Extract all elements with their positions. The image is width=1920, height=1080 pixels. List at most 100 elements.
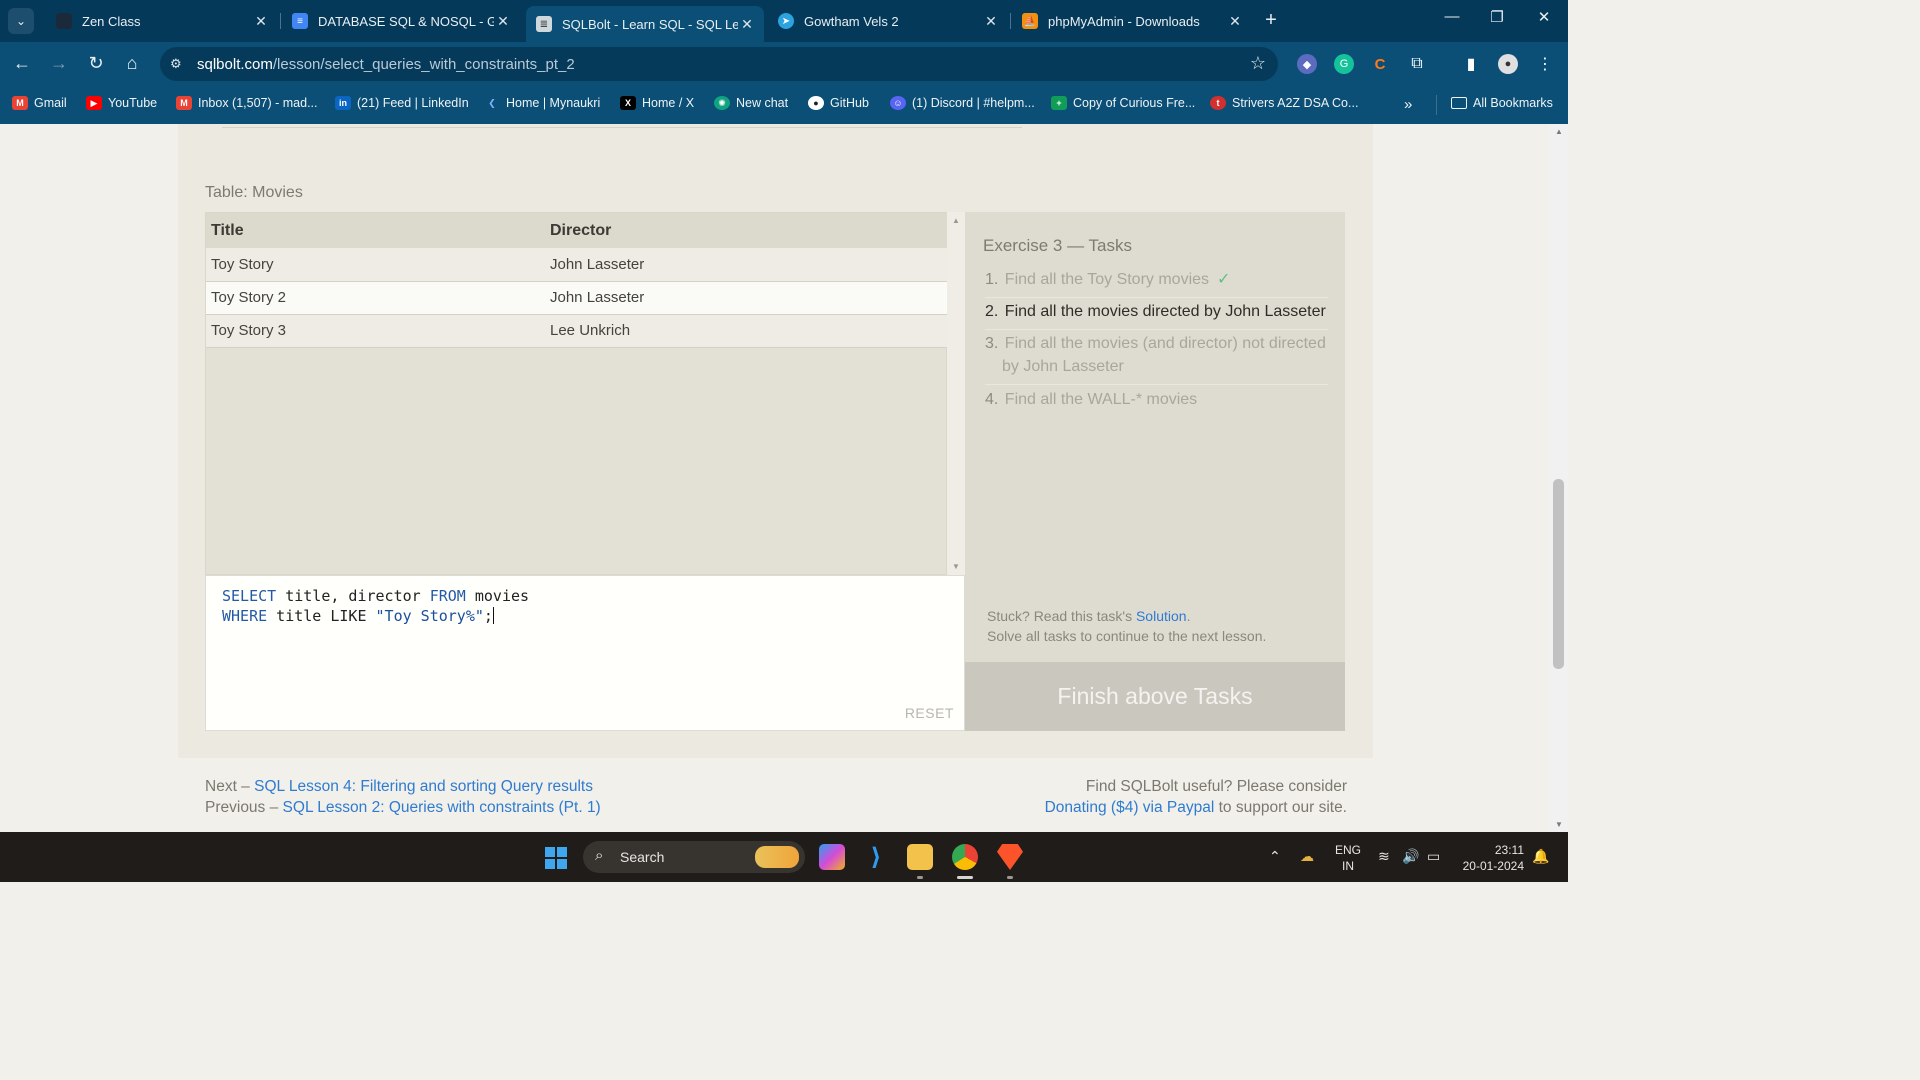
- wifi-icon[interactable]: ≋: [1378, 848, 1390, 865]
- restore-button[interactable]: ❐: [1482, 8, 1512, 26]
- finish-tasks-button[interactable]: Finish above Tasks: [965, 662, 1345, 731]
- scrollbar-thumb[interactable]: [1553, 479, 1564, 669]
- home-button[interactable]: ⌂: [120, 53, 144, 74]
- tab-zen-class[interactable]: Zen Class ✕: [46, 6, 278, 36]
- system-clock[interactable]: 23:11 20-01-2024: [1458, 842, 1524, 874]
- address-bar[interactable]: ⚙ sqlbolt.com/lesson/select_queries_with…: [160, 47, 1278, 81]
- plus-icon: +: [1265, 9, 1277, 31]
- scroll-down-icon[interactable]: ▼: [1555, 820, 1563, 829]
- forward-button[interactable]: →: [47, 53, 71, 74]
- tab-phpmyadmin[interactable]: ⛵ phpMyAdmin - Downloads ✕: [1012, 6, 1252, 36]
- chevron-down-icon: ⌄: [15, 14, 27, 28]
- bookmark-discord[interactable]: ☺ (1) Discord | #helpm...: [890, 96, 1035, 110]
- chevron-up-icon[interactable]: ⌃: [1269, 848, 1281, 865]
- volume-icon[interactable]: 🔊: [1402, 848, 1419, 865]
- tab-separator: [280, 13, 281, 29]
- close-icon[interactable]: ✕: [982, 13, 1000, 30]
- avatar[interactable]: ●: [1498, 54, 1518, 74]
- gmail-icon: M: [176, 96, 192, 110]
- side-panel-icon[interactable]: ▮: [1461, 54, 1481, 74]
- new-tab-button[interactable]: +: [1260, 9, 1282, 32]
- linkedin-icon: in: [335, 96, 351, 110]
- stuck-hint: Stuck? Read this task's Solution. Solve …: [987, 608, 1267, 644]
- bookmark-inbox[interactable]: M Inbox (1,507) - mad...: [176, 96, 318, 110]
- grammarly-icon[interactable]: G: [1334, 54, 1354, 74]
- app-running-indicator: [1007, 876, 1013, 879]
- scroll-up-icon[interactable]: ▲: [1555, 127, 1563, 136]
- language-indicator[interactable]: ENG IN: [1335, 842, 1361, 874]
- close-icon[interactable]: ✕: [494, 13, 512, 30]
- task-item-2[interactable]: 2. Find all the movies directed by John …: [985, 300, 1330, 323]
- tab-database-doc[interactable]: ≡ DATABASE SQL & NOSQL - Goo ✕: [282, 6, 520, 36]
- solution-link[interactable]: Solution: [1136, 608, 1187, 624]
- cell-director: John Lasseter: [550, 281, 948, 315]
- sql-text: movies: [465, 587, 530, 605]
- copilot-icon[interactable]: [819, 844, 845, 870]
- naukri-icon: ❮: [488, 97, 496, 108]
- sql-keyword: FROM: [429, 587, 466, 605]
- site-settings-icon[interactable]: ⚙: [170, 56, 182, 72]
- close-icon[interactable]: ✕: [252, 13, 270, 30]
- bookmark-strivers[interactable]: t Strivers A2Z DSA Co...: [1210, 96, 1358, 110]
- close-window-button[interactable]: ✕: [1529, 8, 1559, 26]
- results-scrollbar[interactable]: ▲ ▼: [947, 212, 965, 575]
- extension-shield-icon[interactable]: ◆: [1297, 54, 1317, 74]
- vscode-icon[interactable]: ⟩: [863, 844, 889, 871]
- bookmark-gmail[interactable]: M Gmail: [12, 96, 67, 110]
- close-icon[interactable]: ✕: [738, 16, 756, 33]
- onedrive-icon[interactable]: ☁: [1300, 848, 1314, 865]
- url-text[interactable]: sqlbolt.com/lesson/select_queries_with_c…: [197, 56, 575, 73]
- bookmark-youtube[interactable]: ▶ YouTube: [86, 96, 157, 110]
- scroll-down-icon[interactable]: ▼: [952, 562, 960, 571]
- minimize-button[interactable]: —: [1437, 8, 1467, 25]
- scroll-up-icon[interactable]: ▲: [952, 216, 960, 225]
- bookmark-github[interactable]: ● GitHub: [808, 96, 869, 110]
- menu-kebab-icon[interactable]: ⋮: [1535, 54, 1555, 74]
- sql-editor[interactable]: SELECT title, director FROM movies WHERE…: [205, 575, 965, 731]
- table-row: Toy Story John Lasseter: [206, 248, 948, 282]
- tab-telegram[interactable]: ➤ Gowtham Vels 2 ✕: [768, 6, 1008, 36]
- minimize-icon: —: [1444, 8, 1460, 25]
- checkmark-icon: ✓: [1217, 271, 1231, 288]
- all-bookmarks-button[interactable]: All Bookmarks: [1451, 96, 1553, 110]
- tab-search-button[interactable]: ⌄: [8, 8, 34, 34]
- bookmark-star-icon[interactable]: ☆: [1250, 53, 1266, 74]
- close-icon: ✕: [1537, 9, 1551, 26]
- bookmarks-overflow-button[interactable]: »: [1404, 96, 1412, 113]
- next-lesson-link[interactable]: SQL Lesson 4: Filtering and sorting Quer…: [254, 778, 593, 795]
- donate-link[interactable]: Donating ($4) via Paypal: [1045, 799, 1215, 816]
- tasks-panel: Exercise 3 — Tasks 1. Find all the Toy S…: [965, 212, 1345, 662]
- page-scrollbar[interactable]: ▲ ▼: [1549, 124, 1568, 832]
- reset-button[interactable]: RESET: [905, 705, 954, 721]
- tab-sqlbolt[interactable]: ≣ SQLBolt - Learn SQL - SQL Less ✕: [526, 6, 764, 42]
- chevron-double-right-icon: »: [1404, 96, 1413, 113]
- divider: [985, 384, 1328, 385]
- bookmark-linkedin[interactable]: in (21) Feed | LinkedIn: [335, 96, 469, 110]
- bookmarks-divider: [1436, 95, 1437, 115]
- telegram-icon: ➤: [778, 13, 794, 29]
- reload-button[interactable]: ↻: [84, 53, 108, 74]
- task-item-4[interactable]: 4. Find all the WALL-* movies: [985, 388, 1330, 411]
- file-explorer-icon[interactable]: [907, 844, 933, 870]
- notification-bell-icon[interactable]: 🔔: [1532, 848, 1549, 865]
- extensions-puzzle-icon[interactable]: ⧉: [1407, 54, 1427, 74]
- close-icon[interactable]: ✕: [1226, 13, 1244, 30]
- bookmark-x[interactable]: X Home / X: [620, 96, 694, 110]
- battery-icon[interactable]: ▭: [1427, 848, 1440, 865]
- task-item-1[interactable]: 1. Find all the Toy Story movies ✓: [985, 268, 1330, 291]
- windows-start-icon[interactable]: [545, 847, 567, 869]
- chrome-icon[interactable]: [952, 844, 978, 870]
- sql-code[interactable]: SELECT title, director FROM movies WHERE…: [222, 586, 529, 626]
- back-button[interactable]: ←: [10, 53, 34, 74]
- bookmark-curious-sheet[interactable]: + Copy of Curious Fre...: [1051, 96, 1195, 110]
- previous-lesson-link[interactable]: SQL Lesson 2: Queries with constraints (…: [283, 799, 601, 816]
- bookmark-mynaukri[interactable]: ❮ Home | Mynaukri: [484, 96, 600, 110]
- table-row: Toy Story 2 John Lasseter: [206, 281, 948, 315]
- taskbar-search[interactable]: ⌕ Search: [583, 841, 805, 873]
- bookmark-new-chat[interactable]: ✺ New chat: [714, 96, 788, 110]
- cell-title: Toy Story 2: [206, 281, 550, 315]
- brave-icon[interactable]: [997, 844, 1023, 870]
- task-item-3[interactable]: 3. Find all the movies (and director) no…: [985, 332, 1330, 378]
- extension-c-icon[interactable]: C: [1370, 54, 1390, 74]
- browser-toolbar: ← → ↻ ⌂ ⚙ sqlbolt.com/lesson/select_quer…: [0, 42, 1568, 86]
